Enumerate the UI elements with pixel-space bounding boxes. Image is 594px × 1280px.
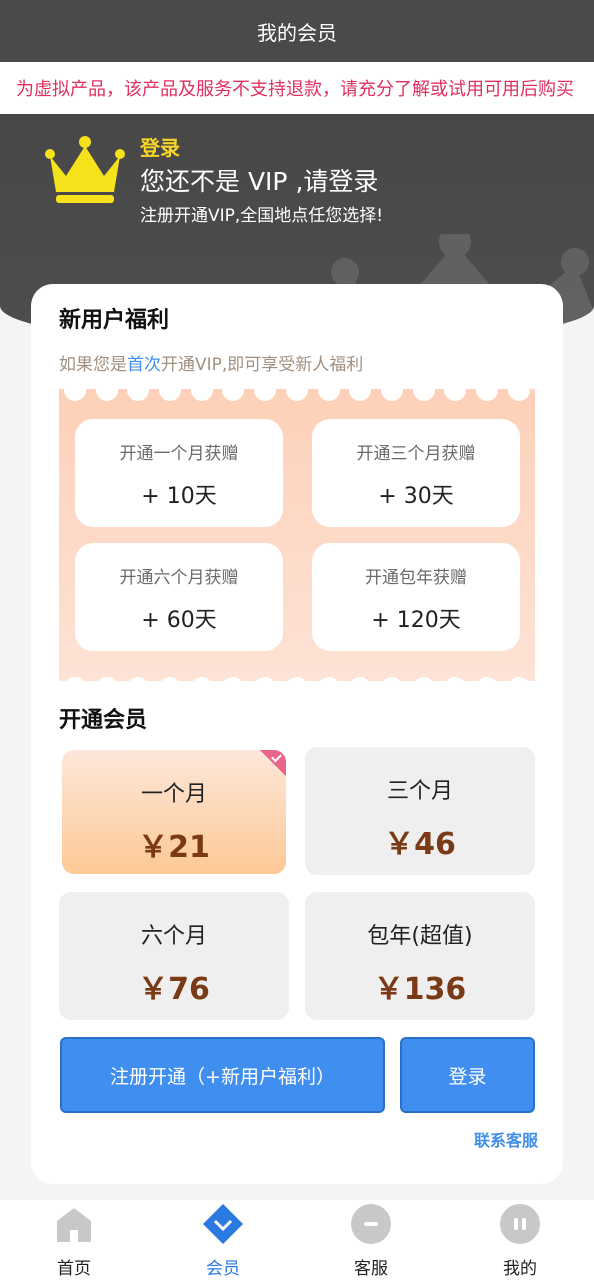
bottom-tab-bar: 首页 会员 客服 我的 — [0, 1200, 594, 1280]
coupon-scallop-top — [59, 389, 535, 401]
coupon-scallop-bottom — [59, 677, 535, 681]
plan-price: ￥46 — [384, 827, 456, 862]
plan-six-months[interactable]: 六个月 ￥76 — [59, 892, 289, 1020]
plan-price: ￥136 — [373, 972, 467, 1007]
page-title: 我的会员 — [257, 20, 337, 45]
register-open-button[interactable]: 注册开通（+新用户福利） — [60, 1037, 385, 1113]
tab-label: 我的 — [503, 1259, 537, 1279]
tab-label: 客服 — [354, 1259, 388, 1279]
plan-name: 六个月 — [140, 924, 207, 949]
benefit-label: 开通包年获赠 — [365, 568, 467, 588]
plan-three-months[interactable]: 三个月 ￥46 — [305, 747, 535, 875]
benefit-label: 开通六个月获赠 — [119, 568, 239, 588]
benefits-coupon: 开通一个月获赠 + 10天 开通三个月获赠 + 30天 开通六个月获赠 + 60… — [59, 389, 535, 681]
benefit-value: + 120天 — [371, 608, 461, 633]
benefit-value: + 60天 — [141, 608, 217, 633]
benefit-yearly: 开通包年获赠 + 120天 — [312, 543, 520, 651]
benefit-label: 开通三个月获赠 — [356, 444, 476, 464]
benefit-one-month: 开通一个月获赠 + 10天 — [75, 419, 283, 527]
tip-suffix: 开通VIP,即可享受新人福利 — [161, 355, 364, 375]
open-membership-title: 开通会员 — [59, 708, 148, 733]
crown-icon — [45, 136, 125, 203]
new-user-benefits-title: 新用户福利 — [59, 308, 170, 333]
plan-name: 三个月 — [386, 779, 453, 804]
plan-one-month[interactable]: 一个月 ￥21 — [62, 750, 286, 874]
benefit-six-months: 开通六个月获赠 + 60天 — [75, 543, 283, 651]
hero-login-link[interactable]: 登录 — [140, 132, 180, 161]
benefit-value: + 10天 — [141, 484, 217, 509]
tab-service[interactable]: 客服 — [321, 1204, 421, 1279]
tab-label: 首页 — [57, 1259, 91, 1279]
service-icon — [351, 1204, 391, 1244]
benefit-label: 开通一个月获赠 — [119, 444, 239, 464]
tab-profile[interactable]: 我的 — [470, 1204, 570, 1279]
profile-icon — [500, 1204, 540, 1244]
tip-highlight: 首次 — [127, 355, 161, 375]
tab-label: 会员 — [206, 1259, 240, 1279]
plan-price: ￥76 — [138, 972, 210, 1007]
login-button[interactable]: 登录 — [400, 1037, 535, 1113]
plan-name: 包年(超值) — [367, 924, 473, 949]
selected-check-icon — [260, 750, 286, 776]
plan-yearly[interactable]: 包年(超值) ￥136 — [305, 892, 535, 1020]
notice-text: 为虚拟产品，该产品及服务不支持退款，请充分了解或试用可用后购买 — [16, 79, 574, 100]
vip-diamond-icon — [203, 1204, 243, 1244]
tab-vip[interactable]: 会员 — [173, 1204, 273, 1279]
membership-card: 新用户福利 如果您是首次开通VIP,即可享受新人福利 开通一个月获赠 + 10天… — [31, 284, 563, 1184]
first-time-tip: 如果您是首次开通VIP,即可享受新人福利 — [59, 350, 363, 375]
benefit-value: + 30天 — [378, 484, 454, 509]
plan-name: 一个月 — [140, 782, 207, 807]
hero-title: 您还不是 VIP ,请登录 — [140, 167, 379, 196]
plan-price: ￥21 — [138, 830, 210, 865]
tab-home[interactable]: 首页 — [24, 1204, 124, 1279]
top-bar: 我的会员 — [0, 0, 594, 62]
hero-subtitle: 注册开通VIP,全国地点任您选择! — [140, 206, 384, 226]
home-icon — [57, 1208, 91, 1242]
tip-prefix: 如果您是 — [59, 355, 127, 375]
contact-support-link[interactable]: 联系客服 — [474, 1127, 538, 1151]
benefit-three-months: 开通三个月获赠 + 30天 — [312, 419, 520, 527]
refund-notice-marquee: 为虚拟产品，该产品及服务不支持退款，请充分了解或试用可用后购买 — [0, 62, 594, 114]
